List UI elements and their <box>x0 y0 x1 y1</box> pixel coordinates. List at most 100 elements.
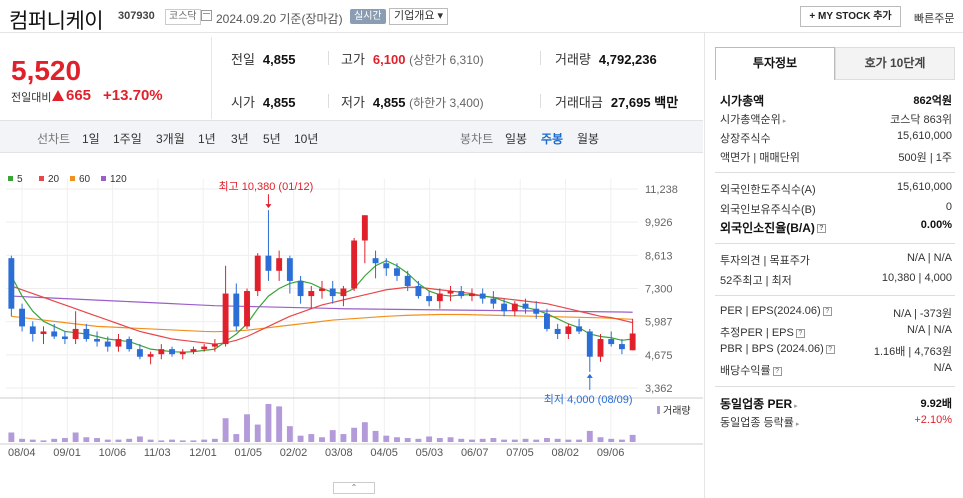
candle-body <box>372 258 379 264</box>
row-industry-per: 동일업종 PER ▸ 9.92배 <box>720 397 952 411</box>
volume-bar <box>265 404 272 442</box>
volume-label: 거래량 <box>663 405 691 417</box>
legend-label: 5 <box>17 174 23 185</box>
volume-bar <box>276 406 283 442</box>
volume-bar <box>469 439 475 442</box>
volume-bar <box>597 437 604 442</box>
stock-code: 307930 <box>118 10 155 22</box>
candle-body <box>597 339 604 357</box>
range-10y[interactable]: 10년 <box>294 130 318 147</box>
volume-bar <box>308 434 315 442</box>
volume-bar <box>372 430 379 442</box>
mystock-add-button[interactable]: + MY STOCK 추가 <box>800 6 901 27</box>
legend-swatch <box>39 176 44 181</box>
stat-low: 저가 4,855 (하한가 3,400) <box>341 95 484 110</box>
volume-bar <box>190 440 197 442</box>
legend-label: 60 <box>79 174 91 185</box>
help-icon: ? <box>816 224 826 234</box>
row-opinion: 투자의견 | 목표주가 N/A | N/A <box>720 252 952 267</box>
candle-body <box>501 303 508 312</box>
annotation-low-arrowhead <box>586 373 593 378</box>
volume-bar <box>8 432 15 442</box>
volume-bar <box>501 439 508 442</box>
candle-weekly[interactable]: 주봉 <box>541 130 563 147</box>
candle-daily[interactable]: 일봉 <box>505 130 527 147</box>
volume-bar <box>351 427 358 442</box>
candle-body <box>8 258 15 309</box>
candle-body <box>83 328 90 340</box>
ma-line-60 <box>11 313 633 333</box>
corp-info-dropdown[interactable]: 기업개요 ▾ <box>389 8 449 25</box>
quick-order-link[interactable]: 빠른주문 <box>914 10 954 26</box>
candle-body <box>286 258 293 281</box>
candle-body <box>554 328 561 334</box>
realtime-button[interactable]: 실시간 <box>350 9 386 24</box>
volume-bar <box>426 436 433 442</box>
volume-bar <box>511 439 518 442</box>
volume-bar <box>404 438 411 442</box>
volume-bar <box>608 438 615 442</box>
y-tick-label: 5,987 <box>645 317 673 329</box>
x-tick-label: 12/01 <box>189 447 217 459</box>
volume-bar <box>222 418 229 442</box>
range-3y[interactable]: 3년 <box>231 130 249 147</box>
stat-volume: 거래량 4,792,236 <box>555 52 657 67</box>
x-tick-label: 01/05 <box>234 447 262 459</box>
candle-body <box>40 331 47 334</box>
candle-monthly[interactable]: 월봉 <box>577 130 599 147</box>
annotation-high: 최고 10,380 (01/12) <box>218 180 313 193</box>
annotation-low: 최저 4,000 (08/09) <box>544 393 633 406</box>
volume-bar <box>565 439 572 442</box>
range-1w[interactable]: 1주일 <box>113 130 142 147</box>
candle-body <box>276 258 283 271</box>
volume-bar <box>554 438 561 442</box>
tab-orderbook[interactable]: 호가 10단계 <box>835 47 955 80</box>
volume-bar <box>115 439 122 442</box>
volume-bar <box>383 435 390 442</box>
volume-bar <box>629 434 636 442</box>
candle-body <box>340 288 347 297</box>
x-tick-label: 04/05 <box>370 447 398 459</box>
candle-body <box>222 293 229 345</box>
legend-label: 120 <box>110 174 127 185</box>
candle-body <box>319 288 325 292</box>
y-tick-label: 3,362 <box>645 383 673 395</box>
candle-body <box>265 255 272 271</box>
volume-bar <box>211 438 218 442</box>
range-3m[interactable]: 3개월 <box>156 130 185 147</box>
row-par: 액면가 | 매매단위 500원 | 1주 <box>720 152 952 164</box>
range-5y[interactable]: 5년 <box>263 130 281 147</box>
volume-bar <box>490 438 497 442</box>
volume-bar <box>286 426 293 442</box>
candle-body <box>629 333 636 351</box>
tab-invest-info[interactable]: 투자정보 <box>715 47 835 80</box>
candle-body <box>479 293 486 299</box>
range-1y[interactable]: 1년 <box>198 130 216 147</box>
candle-body <box>511 303 518 312</box>
candle-body <box>426 296 433 302</box>
row-est-per: 추정PER | EPS? N/A | N/A <box>720 324 952 339</box>
volume-bar <box>104 439 111 442</box>
volume-bar <box>297 435 304 442</box>
volume-bar <box>436 438 443 442</box>
x-tick-label: 10/06 <box>99 447 127 459</box>
volume-bar <box>576 439 583 442</box>
candle-body <box>351 240 358 289</box>
chart-collapse-handle[interactable]: ⌃ <box>333 482 375 494</box>
x-tick-label: 11/03 <box>144 447 171 459</box>
row-per: PER | EPS(2024.06)? N/A | -373원 <box>720 305 952 320</box>
base-time: 2024.09.20 기준(장마감) <box>216 12 343 26</box>
x-tick-label: 08/02 <box>552 447 580 459</box>
volume-bar <box>83 437 90 442</box>
range-1d[interactable]: 1일 <box>82 130 100 147</box>
volume-bar <box>158 440 165 442</box>
candle-body <box>158 349 165 355</box>
volume-bar <box>586 430 593 442</box>
row-52week: 52주최고 | 최저 10,380 | 4,000 <box>720 272 952 287</box>
candle-body <box>586 331 593 357</box>
x-tick-label: 05/03 <box>416 447 444 459</box>
candle-body <box>565 326 572 334</box>
candle-body <box>104 341 111 347</box>
x-tick-label: 09/01 <box>53 447 81 459</box>
stat-amount: 거래대금 27,695 백만 <box>555 95 679 110</box>
